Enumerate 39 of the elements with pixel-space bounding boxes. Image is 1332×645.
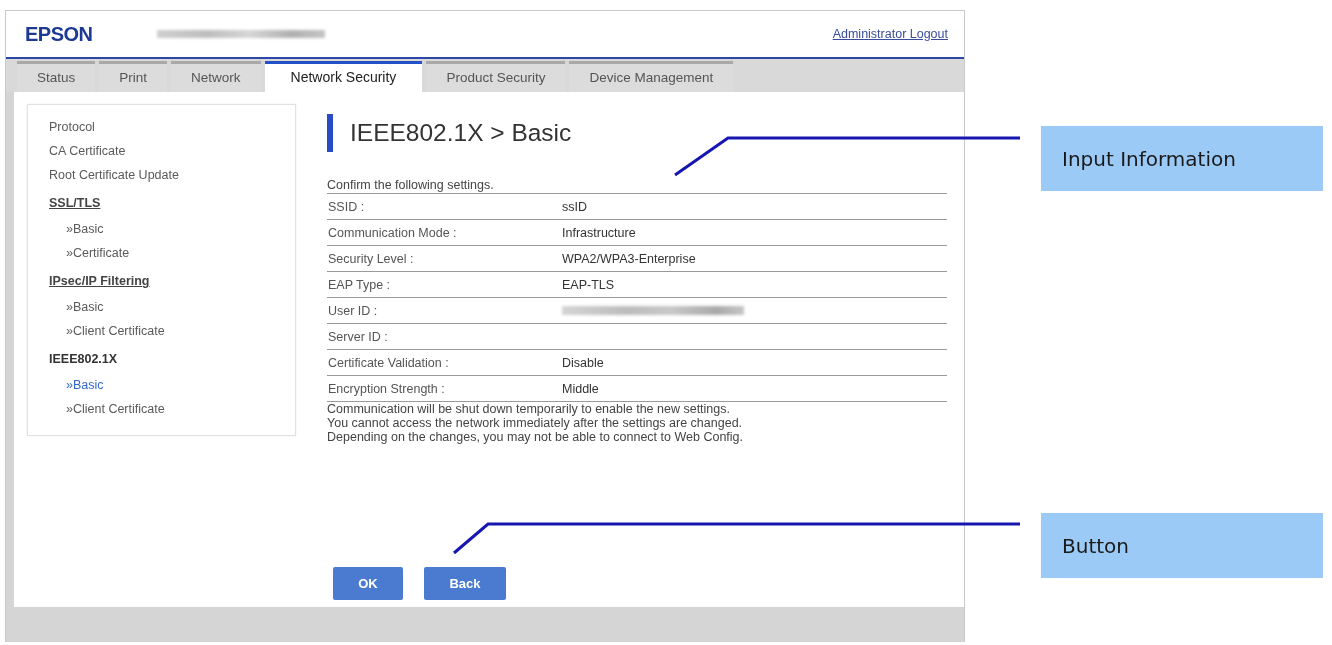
setting-value: WPA2/WPA3-Enterprise [562, 251, 696, 266]
sidebar-sublink[interactable]: »Client Certificate [66, 397, 165, 421]
setting-label: Security Level : [327, 251, 415, 266]
setting-label: SSID : [327, 199, 366, 214]
sidebar-link[interactable]: CA Certificate [49, 139, 126, 163]
instruction-text: Confirm the following settings. [327, 177, 494, 193]
nav-tab[interactable]: Network Security [264, 61, 423, 92]
notice-text: Depending on the changes, you may not be able to connect to Web Config. [327, 430, 744, 444]
back-button[interactable]: Back [424, 567, 506, 600]
sidebar-sublink[interactable]: »Basic [66, 373, 104, 397]
setting-value: Middle [562, 381, 599, 396]
setting-label: User ID : [327, 303, 379, 318]
setting-label: Server ID : [327, 329, 389, 344]
notice-text: You cannot access the network immediately after the settings are changed. [327, 416, 743, 430]
sidebar-section-link[interactable]: SSL/TLS [49, 191, 101, 215]
setting-value: ssID [562, 199, 587, 214]
setting-value: EAP-TLS [562, 277, 615, 292]
sidebar-sublink[interactable]: »Certificate [66, 241, 130, 265]
setting-label: Communication Mode : [327, 225, 458, 240]
sidebar-link[interactable]: Protocol [49, 115, 95, 139]
logout-link[interactable]: Administrator Logout [832, 27, 948, 41]
setting-label: EAP Type : [327, 277, 392, 292]
callout-label: Button [1041, 513, 1323, 578]
title-accent-bar [327, 114, 333, 152]
sidebar-sublink[interactable]: »Basic [66, 295, 104, 319]
page-title: IEEE802.1X > Basic [350, 119, 572, 147]
sidebar-sublink[interactable]: »Client Certificate [66, 319, 165, 343]
setting-value: Infrastructure [562, 225, 636, 240]
notice-text: Communication will be shut down temporarily to enable the new settings. [327, 402, 730, 416]
callout-label: Input Information [1041, 126, 1323, 191]
sidebar-link[interactable]: Root Certificate Update [49, 163, 179, 187]
brand-logo: EPSON [25, 22, 93, 46]
sidebar-section-link[interactable]: IEEE802.1X [49, 347, 118, 371]
sidebar-sublink[interactable]: »Basic [66, 217, 104, 241]
ok-button[interactable]: OK [333, 567, 403, 600]
sidebar-section-link[interactable]: IPsec/IP Filtering [49, 269, 150, 293]
setting-label: Encryption Strength : [327, 381, 446, 396]
setting-label: Certificate Validation : [327, 355, 450, 370]
setting-value: Disable [562, 355, 604, 370]
